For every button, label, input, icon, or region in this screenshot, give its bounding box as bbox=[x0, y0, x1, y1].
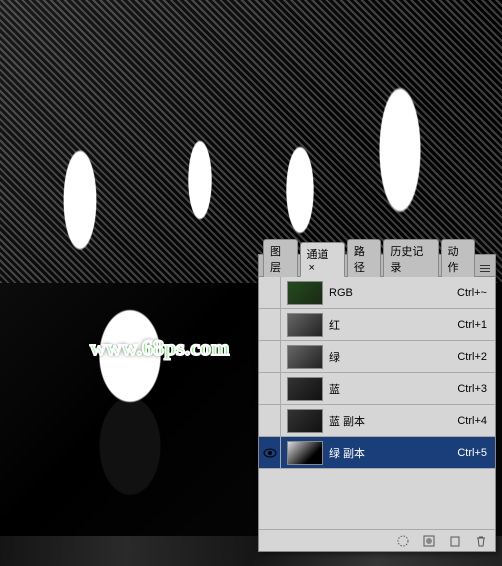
channel-shortcut: Ctrl+4 bbox=[457, 415, 487, 427]
channel-row-blue[interactable]: 蓝 Ctrl+3 bbox=[259, 373, 495, 405]
watermark-text: www.68ps.com bbox=[90, 335, 229, 361]
channel-row-blue-copy[interactable]: 蓝 副本 Ctrl+4 bbox=[259, 405, 495, 437]
channel-name: RGB bbox=[329, 287, 457, 299]
channel-shortcut: Ctrl+~ bbox=[457, 287, 487, 299]
channel-shortcut: Ctrl+5 bbox=[457, 447, 487, 459]
visibility-toggle[interactable] bbox=[259, 373, 281, 404]
channel-shortcut: Ctrl+2 bbox=[457, 351, 487, 363]
channel-row-red[interactable]: 红 Ctrl+1 bbox=[259, 309, 495, 341]
channel-thumbnail bbox=[287, 377, 323, 401]
visibility-toggle[interactable] bbox=[259, 341, 281, 372]
tab-history[interactable]: 历史记录 bbox=[383, 239, 438, 277]
save-selection-as-channel-button[interactable] bbox=[419, 533, 439, 549]
channel-thumbnail bbox=[287, 345, 323, 369]
panel-menu-button[interactable] bbox=[477, 260, 492, 276]
panel-tab-bar: 图层 通道 × 路径 历史记录 动作 bbox=[259, 255, 495, 277]
channel-thumbnail bbox=[287, 313, 323, 337]
channel-name: 绿 bbox=[329, 349, 457, 365]
channel-thumbnail bbox=[287, 281, 323, 305]
tab-close-x: × bbox=[309, 262, 315, 274]
channel-row-green-copy[interactable]: 绿 副本 Ctrl+5 bbox=[259, 437, 495, 469]
visibility-toggle[interactable] bbox=[259, 277, 281, 308]
channel-shortcut: Ctrl+1 bbox=[457, 319, 487, 331]
channel-name: 绿 副本 bbox=[329, 445, 457, 461]
channel-row-green[interactable]: 绿 Ctrl+2 bbox=[259, 341, 495, 373]
channel-name: 红 bbox=[329, 317, 457, 333]
tab-channels[interactable]: 通道 × bbox=[300, 242, 345, 277]
channels-panel: 图层 通道 × 路径 历史记录 动作 RGB Ctrl+~ 红 bbox=[258, 254, 496, 552]
eye-icon bbox=[263, 448, 277, 458]
channel-shortcut: Ctrl+3 bbox=[457, 383, 487, 395]
visibility-toggle[interactable] bbox=[259, 437, 281, 468]
load-channel-as-selection-button[interactable] bbox=[393, 533, 413, 549]
channel-row-rgb[interactable]: RGB Ctrl+~ bbox=[259, 277, 495, 309]
new-channel-button[interactable] bbox=[445, 533, 465, 549]
channel-thumbnail bbox=[287, 409, 323, 433]
tab-paths[interactable]: 路径 bbox=[347, 239, 382, 277]
image-canvas: www.68ps.com 图层 通道 × 路径 历史记录 动作 RGB Ctrl… bbox=[0, 0, 502, 566]
tab-layers[interactable]: 图层 bbox=[263, 239, 298, 277]
tab-actions[interactable]: 动作 bbox=[441, 239, 476, 277]
delete-channel-button[interactable] bbox=[471, 533, 491, 549]
panel-footer bbox=[259, 529, 495, 551]
tab-channels-label: 通道 bbox=[307, 249, 329, 261]
panel-empty-area bbox=[259, 469, 495, 529]
channel-name: 蓝 bbox=[329, 381, 457, 397]
visibility-toggle[interactable] bbox=[259, 309, 281, 340]
visibility-toggle[interactable] bbox=[259, 405, 281, 436]
channel-thumbnail bbox=[287, 441, 323, 465]
channel-name: 蓝 副本 bbox=[329, 413, 457, 429]
channel-list: RGB Ctrl+~ 红 Ctrl+1 绿 Ctrl+2 蓝 Ctrl+3 bbox=[259, 277, 495, 469]
